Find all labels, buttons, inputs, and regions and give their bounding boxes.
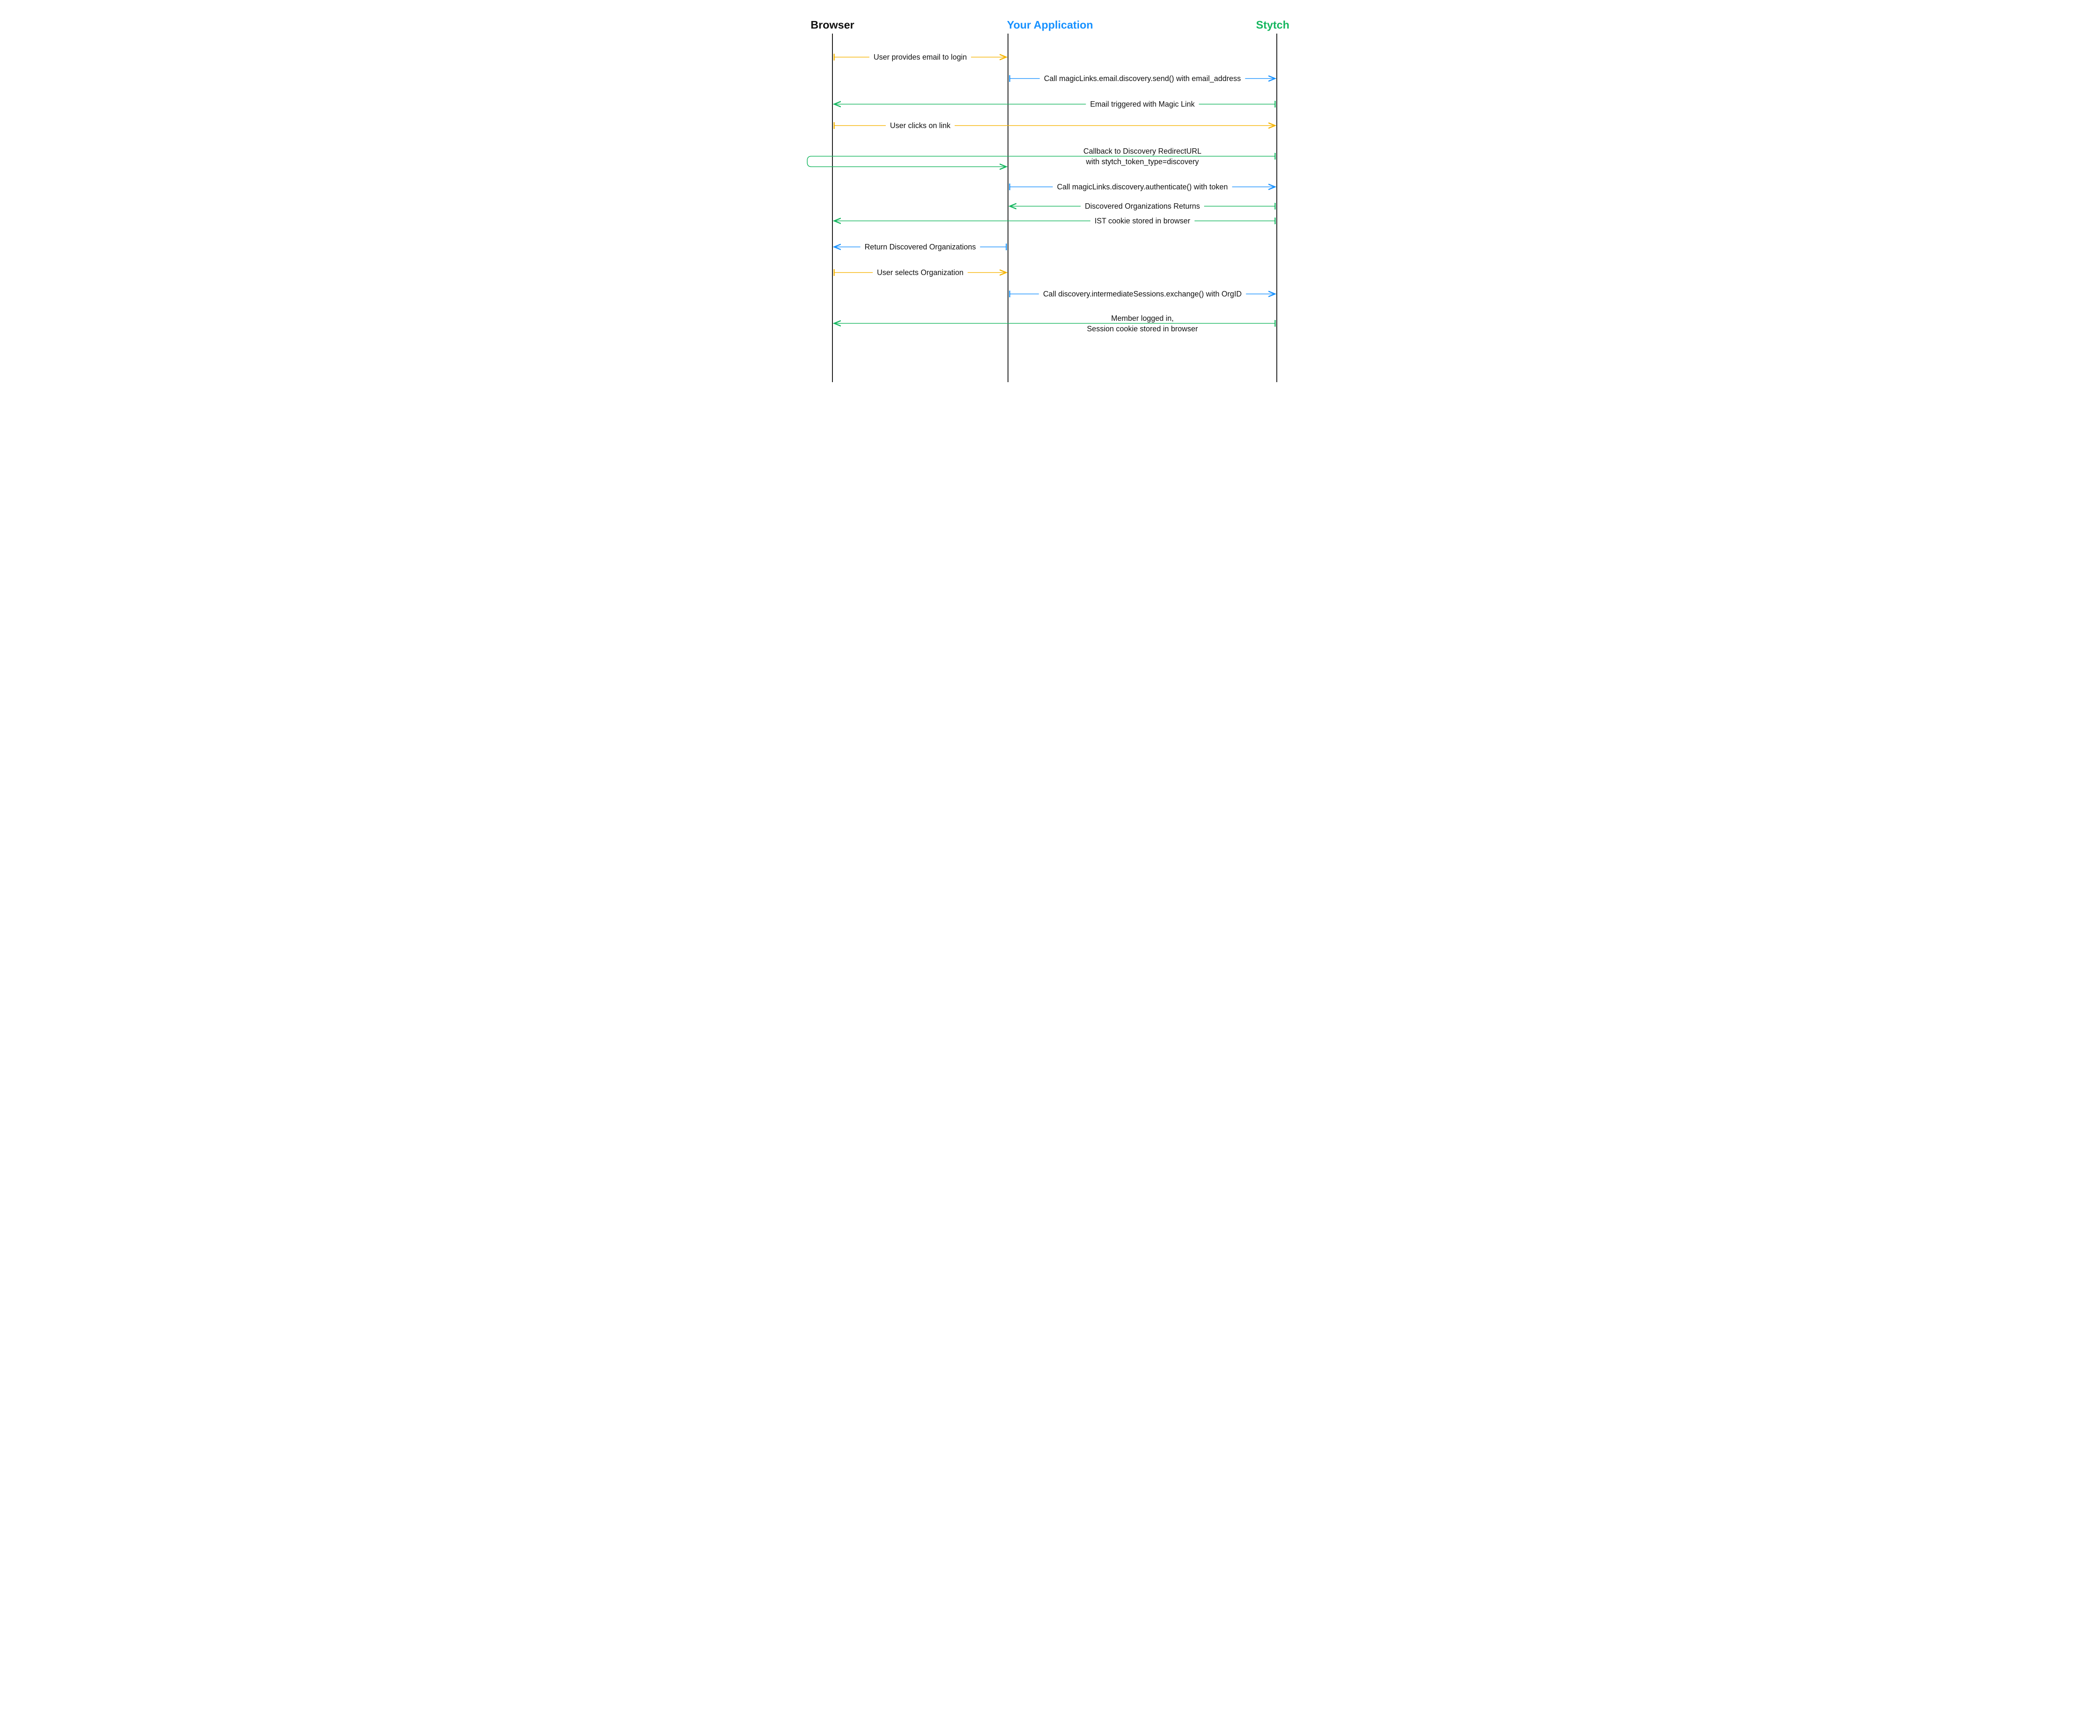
- label-m3: Email triggered with Magic Link: [1086, 100, 1199, 109]
- arrow-m5: [807, 156, 1275, 167]
- label-m8: IST cookie stored in browser: [1090, 217, 1194, 226]
- label-m12b: Session cookie stored in browser: [1083, 325, 1202, 333]
- label-m11: Call discovery.intermediateSessions.exch…: [1039, 290, 1246, 299]
- label-m2: Call magicLinks.email.discovery.send() w…: [1040, 74, 1245, 83]
- label-m12a: Member logged in,: [1107, 314, 1178, 323]
- label-m4: User clicks on link: [886, 121, 955, 130]
- label-m9: Return Discovered Organizations: [860, 243, 980, 252]
- label-m10: User selects Organization: [873, 268, 968, 277]
- diagram-svg: [785, 0, 1315, 391]
- label-m5b: with stytch_token_type=discovery: [1082, 157, 1203, 166]
- sequence-diagram: Browser Your Application Stytch: [785, 0, 1315, 391]
- label-m6: Call magicLinks.discovery.authenticate()…: [1053, 183, 1232, 191]
- label-m1: User provides email to login: [869, 53, 971, 62]
- label-m7: Discovered Organizations Returns: [1081, 202, 1204, 211]
- label-m5a: Callback to Discovery RedirectURL: [1079, 147, 1205, 156]
